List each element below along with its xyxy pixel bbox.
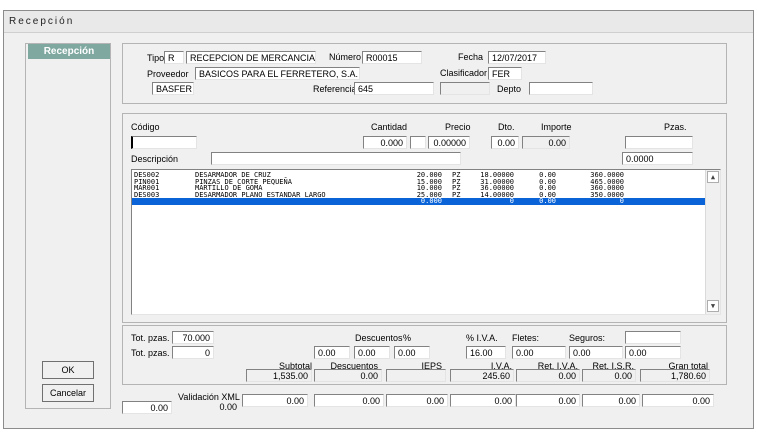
items-scrollbar[interactable]: ▲ ▼ (705, 170, 720, 314)
codigo-input[interactable] (131, 136, 197, 149)
numero-label: Número (329, 52, 362, 62)
seguros-field[interactable]: 0.00 (569, 346, 623, 359)
tipo-label: Tipo (147, 53, 165, 63)
iva-field: 245.60 (450, 369, 514, 382)
tot-pzas2-field: 0 (172, 346, 214, 359)
tipo-field[interactable]: R (164, 51, 184, 64)
sidebar-panel (25, 43, 111, 409)
cancel-button[interactable]: Cancelar (42, 384, 94, 402)
numero-field[interactable]: R00015 (362, 51, 422, 64)
clasificador-field[interactable]: FER (488, 67, 522, 80)
proveedor-code-field[interactable]: BASFER (152, 82, 194, 95)
proveedor-field: BASICOS PARA EL FERRETERO, S.A. (195, 67, 360, 80)
clasificador-desc-field (440, 82, 490, 95)
pzas-input[interactable] (625, 136, 693, 149)
sidebar-tab-recepcion[interactable]: Recepción (28, 44, 110, 59)
cantidad-input[interactable]: 0.000 (363, 136, 407, 149)
tot-pzas-label: Tot. pzas. (131, 333, 170, 343)
cell-importe: 0 (619, 197, 624, 205)
fecha-label: Fecha (458, 52, 484, 62)
pzas-label: Pzas. (664, 122, 687, 132)
descuentos-pct-label: % (403, 333, 412, 343)
validacion-field-4: 0.00 (386, 394, 448, 407)
validacion-field-7: 0.00 (582, 394, 640, 407)
ret-isr-field: 0.00 (582, 369, 636, 382)
referencia-label: Referencia (313, 84, 357, 94)
validacion-field-1: 0.00 (219, 402, 237, 412)
depto-label: Depto (497, 84, 522, 94)
dto-input[interactable]: 0.00 (491, 136, 519, 149)
dto-label: Dto. (498, 122, 515, 132)
cell-precio: 0 (509, 197, 514, 205)
descripcion-label: Descripción (131, 154, 179, 164)
validacion-field-0: 0.00 (122, 401, 172, 414)
tot-pzas-field: 70.000 (172, 331, 214, 344)
title-bar[interactable]: Recepción (4, 11, 753, 33)
referencia-field[interactable]: 645 (354, 82, 434, 95)
codigo-label: Código (131, 122, 160, 132)
cell-cantidad: 0.000 (420, 197, 442, 205)
extra-value-field[interactable]: 0.0000 (622, 152, 693, 165)
descuentos-total-field: 0.00 (314, 369, 382, 382)
fletes-field[interactable]: 0.00 (512, 346, 566, 359)
seguros-label: Seguros: (569, 333, 606, 343)
scroll-down-icon[interactable]: ▼ (707, 300, 719, 312)
descuento1-field[interactable]: 0.00 (314, 346, 350, 359)
subtotal-field: 1,535.00 (246, 369, 312, 382)
depto-field[interactable] (529, 82, 593, 95)
ok-button[interactable]: OK (42, 361, 94, 379)
clasificador-label: Clasificador (440, 68, 488, 78)
iva-pct-label: % I.V.A. (466, 333, 498, 343)
validacion-field-8: 0.00 (642, 394, 714, 407)
scroll-up-icon[interactable]: ▲ (707, 171, 719, 183)
validacion-field-5: 0.00 (450, 394, 516, 407)
blank-top-field[interactable] (625, 331, 681, 344)
precio-input[interactable]: 0.00000 (428, 136, 470, 149)
validacion-field-3: 0.00 (314, 394, 384, 407)
proveedor-label: Proveedor (147, 69, 189, 79)
items-list[interactable]: DES002 DESARMADOR DE CRUZ 20.000 PZ 18.00000… (131, 169, 721, 315)
precio-separator-field[interactable] (410, 136, 426, 149)
importe-field: 0.00 (522, 136, 570, 149)
ieps-field (386, 369, 446, 382)
fletes-label: Fletes: (512, 333, 540, 343)
tot-pzas2-label: Tot. pzas. (131, 348, 170, 358)
validacion-field-2: 0.00 (242, 394, 308, 407)
fecha-field[interactable]: 12/07/2017 (488, 51, 546, 64)
importe-label: Importe (541, 122, 572, 132)
ret-iva-field: 0.00 (516, 369, 580, 382)
descuento2-field[interactable]: 0.00 (354, 346, 390, 359)
extra-total-field[interactable]: 0.00 (625, 346, 681, 359)
precio-label: Precio (445, 122, 471, 132)
iva-pct-field[interactable]: 16.00 (466, 346, 506, 359)
window-title: Recepción (9, 16, 75, 27)
gran-total-field: 1,780.60 (640, 369, 710, 382)
cell-dto: 0.00 (539, 197, 556, 205)
validacion-field-6: 0.00 (516, 394, 580, 407)
tipo-description-field: RECEPCION DE MERCANCIA (186, 51, 316, 64)
descripcion-input[interactable] (211, 152, 461, 165)
descuentos-label: Descuentos (355, 333, 403, 343)
list-item[interactable]: 0.000 0 0.00 0 (132, 198, 706, 205)
cantidad-label: Cantidad (371, 122, 408, 132)
descuento3-field[interactable]: 0.00 (394, 346, 430, 359)
